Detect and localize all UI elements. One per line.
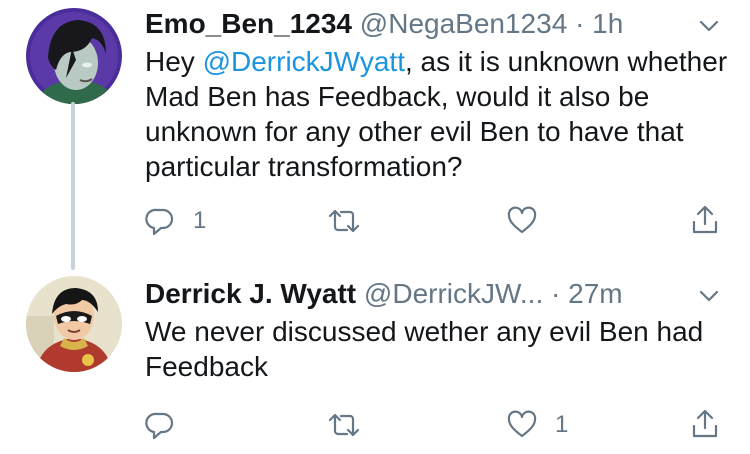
tweet-text: Hey @DerrickJWyatt, as it is unknown whe… [145,44,730,184]
avatar-derrick-wyatt[interactable] [26,276,122,372]
reply-count: 1 [193,207,207,234]
tweet-header: Emo_Ben_1234 @NegaBen1234 · 1h [145,4,623,44]
thread-connector-line [71,102,75,270]
chevron-down-icon[interactable] [697,14,721,38]
retweet-icon [328,209,360,233]
user-handle[interactable]: @NegaBen1234 [360,8,567,39]
like-count: 1 [555,411,569,438]
reply-icon [145,412,174,440]
like-button[interactable]: 1 [507,410,568,440]
retweet-button[interactable] [327,206,379,236]
share-icon [692,409,718,438]
heart-icon [507,410,537,438]
reply-icon [145,208,174,236]
chevron-down-icon[interactable] [697,284,721,308]
avatar-emo-ben[interactable] [26,8,122,104]
reply-button[interactable] [145,410,193,440]
tweet-1[interactable]: Emo_Ben_1234 @NegaBen1234 · 1h Hey @Derr… [145,4,750,244]
separator-dot: · [551,278,561,309]
tweet-header: Derrick J. Wyatt @DerrickJW... · 27m [145,274,623,314]
user-handle[interactable]: @DerrickJW... [364,278,543,309]
timestamp[interactable]: 1h [592,8,623,39]
display-name[interactable]: Derrick J. Wyatt [145,278,356,309]
share-button[interactable] [690,204,720,236]
like-button[interactable] [507,206,555,236]
retweet-icon [328,413,360,437]
retweet-button[interactable] [327,410,379,440]
separator-dot: · [575,8,585,39]
reply-button[interactable]: 1 [145,206,206,236]
share-button[interactable] [690,408,720,440]
tweet-text: We never discussed wether any evil Ben h… [145,316,704,382]
mention-link[interactable]: @DerrickJWyatt [203,46,405,77]
tweet-2[interactable]: Derrick J. Wyatt @DerrickJW... · 27m We … [145,274,750,454]
timestamp[interactable]: 27m [568,278,622,309]
heart-icon [507,206,537,234]
display-name[interactable]: Emo_Ben_1234 [145,8,352,39]
share-icon [692,205,718,234]
text-before: Hey [145,46,203,77]
